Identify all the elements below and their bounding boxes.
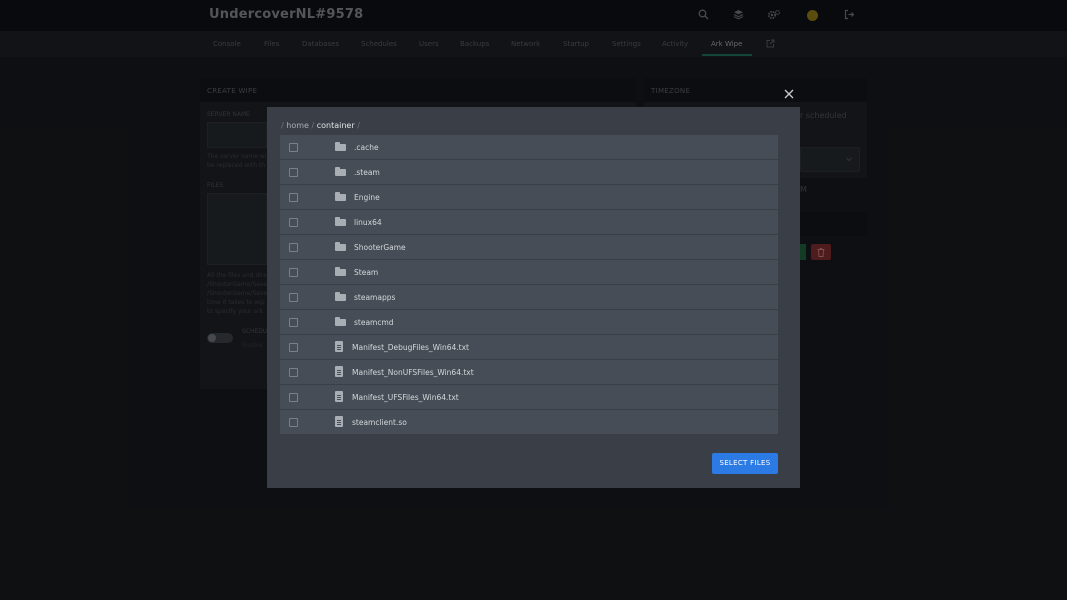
file-name[interactable]: Engine	[354, 193, 380, 202]
file-name[interactable]: Steam	[354, 268, 378, 277]
folder-icon	[335, 292, 346, 301]
row-checkbox[interactable]	[289, 293, 298, 302]
file-row-folder[interactable]: .steam	[280, 160, 778, 184]
file-list: .cache .steam Engine linux64 ShooterGame…	[280, 135, 778, 435]
row-checkbox[interactable]	[289, 343, 298, 352]
row-checkbox[interactable]	[289, 168, 298, 177]
file-icon	[335, 416, 343, 427]
file-name[interactable]: ShooterGame	[354, 243, 406, 252]
row-checkbox[interactable]	[289, 218, 298, 227]
file-row-file[interactable]: Manifest_UFSFiles_Win64.txt	[280, 385, 778, 409]
file-name[interactable]: Manifest_NonUFSFiles_Win64.txt	[352, 368, 474, 377]
file-name[interactable]: linux64	[354, 218, 382, 227]
folder-icon	[335, 217, 346, 226]
folder-icon	[335, 142, 346, 151]
breadcrumb-home[interactable]: home	[286, 121, 309, 130]
row-checkbox[interactable]	[289, 143, 298, 152]
breadcrumb-trailing: /	[357, 121, 360, 130]
file-name[interactable]: .steam	[354, 168, 380, 177]
select-files-button[interactable]: SELECT FILES	[712, 453, 778, 474]
folder-icon	[335, 267, 346, 276]
file-row-folder[interactable]: ShooterGame	[280, 235, 778, 259]
file-name[interactable]: Manifest_UFSFiles_Win64.txt	[352, 393, 459, 402]
file-row-folder[interactable]: linux64	[280, 210, 778, 234]
file-row-folder[interactable]: .cache	[280, 135, 778, 159]
folder-icon	[335, 167, 346, 176]
file-name[interactable]: steamclient.so	[352, 418, 407, 427]
file-name[interactable]: Manifest_DebugFiles_Win64.txt	[352, 343, 469, 352]
file-row-folder[interactable]: steamapps	[280, 285, 778, 309]
file-row-file[interactable]: Manifest_NonUFSFiles_Win64.txt	[280, 360, 778, 384]
row-checkbox[interactable]	[289, 243, 298, 252]
file-row-folder[interactable]: steamcmd	[280, 310, 778, 334]
file-row-folder[interactable]: Engine	[280, 185, 778, 209]
row-checkbox[interactable]	[289, 318, 298, 327]
breadcrumb-root[interactable]: /	[281, 121, 284, 130]
file-row-folder[interactable]: Steam	[280, 260, 778, 284]
file-icon	[335, 341, 343, 352]
file-row-file[interactable]: steamclient.so	[280, 410, 778, 434]
breadcrumb: / home / container /	[281, 121, 360, 130]
file-icon	[335, 391, 343, 402]
row-checkbox[interactable]	[289, 368, 298, 377]
row-checkbox[interactable]	[289, 418, 298, 427]
folder-icon	[335, 317, 346, 326]
row-checkbox[interactable]	[289, 393, 298, 402]
folder-icon	[335, 242, 346, 251]
row-checkbox[interactable]	[289, 193, 298, 202]
close-icon[interactable]	[783, 89, 795, 101]
breadcrumb-container[interactable]: container	[317, 121, 355, 130]
file-name[interactable]: .cache	[354, 143, 379, 152]
folder-icon	[335, 192, 346, 201]
file-icon	[335, 366, 343, 377]
file-row-file[interactable]: Manifest_DebugFiles_Win64.txt	[280, 335, 778, 359]
file-name[interactable]: steamapps	[354, 293, 395, 302]
file-name[interactable]: steamcmd	[354, 318, 394, 327]
row-checkbox[interactable]	[289, 268, 298, 277]
